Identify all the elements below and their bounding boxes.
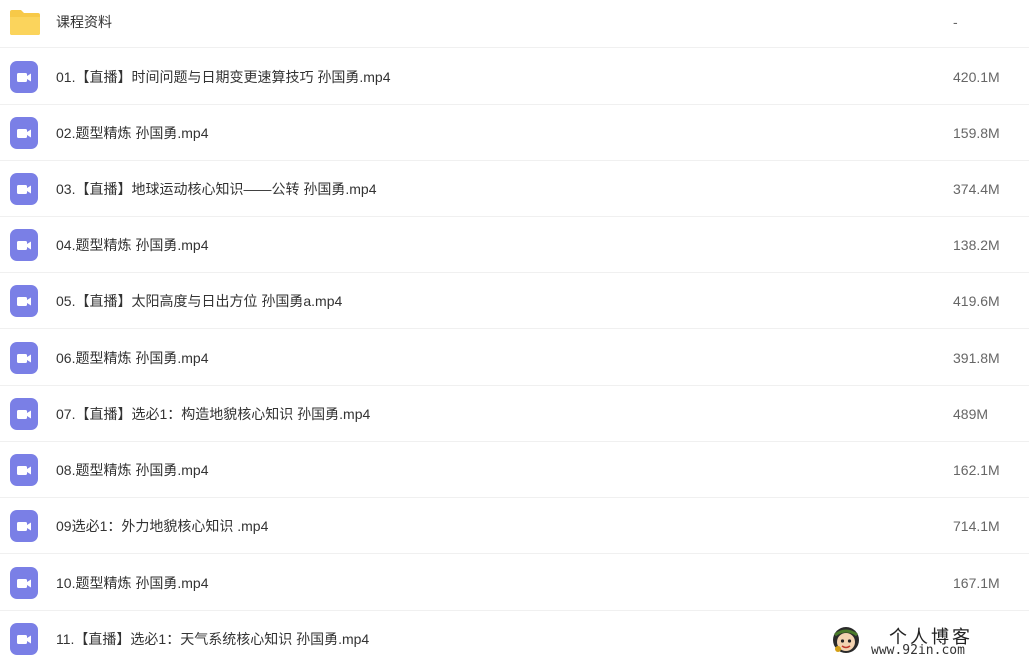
- file-size: 138.2M: [953, 237, 1000, 253]
- mascot-logo: [831, 625, 861, 655]
- list-item-video[interactable]: 06.题型精炼 孙国勇.mp4 391.8M: [0, 330, 1029, 386]
- video-file-icon: [10, 454, 38, 486]
- file-size: 419.6M: [953, 293, 1000, 309]
- file-name: 课程资料: [56, 14, 112, 30]
- file-name: 02.题型精炼 孙国勇.mp4: [56, 125, 209, 141]
- list-item-video[interactable]: 10.题型精炼 孙国勇.mp4 167.1M: [0, 555, 1029, 611]
- file-size: 167.1M: [953, 575, 1000, 591]
- file-size: 714.1M: [953, 518, 1000, 534]
- file-size: 162.1M: [953, 462, 1000, 478]
- file-name: 11.【直播】选必1：天气系统核心知识 孙国勇.mp4: [56, 631, 370, 647]
- file-name: 10.题型精炼 孙国勇.mp4: [56, 575, 209, 591]
- video-file-icon: [10, 567, 38, 599]
- file-name: 03.【直播】地球运动核心知识——公转 孙国勇.mp4: [56, 181, 377, 197]
- file-size: 489M: [953, 406, 989, 422]
- video-file-icon: [10, 342, 38, 374]
- list-item-video[interactable]: 01.【直播】时间问题与日期变更速算技巧 孙国勇.mp4 420.1M: [0, 49, 1029, 105]
- list-item-folder[interactable]: 课程资料 -: [0, 0, 1029, 48]
- video-file-icon: [10, 117, 38, 149]
- file-size: 159.8M: [953, 125, 1000, 141]
- list-item-video[interactable]: 03.【直播】地球运动核心知识——公转 孙国勇.mp4 374.4M: [0, 161, 1029, 217]
- video-file-icon: [10, 398, 38, 430]
- file-list: 课程资料 - 01.【直播】时间问题与日期变更速算技巧 孙国勇.mp4 420.…: [0, 0, 1029, 667]
- folder-icon: [9, 8, 41, 36]
- video-file-icon: [10, 510, 38, 542]
- list-item-video[interactable]: 05.【直播】太阳高度与日出方位 孙国勇a.mp4 419.6M: [0, 273, 1029, 329]
- blog-watermark: 个人博客 www.92in.com: [831, 623, 1011, 661]
- list-item-video[interactable]: 04.题型精炼 孙国勇.mp4 138.2M: [0, 217, 1029, 273]
- file-size: 391.8M: [953, 350, 1000, 366]
- file-name: 04.题型精炼 孙国勇.mp4: [56, 237, 209, 253]
- file-name: 05.【直播】太阳高度与日出方位 孙国勇a.mp4: [56, 293, 343, 309]
- video-file-icon: [10, 285, 38, 317]
- video-file-icon: [10, 623, 38, 655]
- list-item-video[interactable]: 02.题型精炼 孙国勇.mp4 159.8M: [0, 105, 1029, 161]
- file-name: 01.【直播】时间问题与日期变更速算技巧 孙国勇.mp4: [56, 69, 391, 85]
- video-file-icon: [10, 61, 38, 93]
- watermark-url: www.92in.com: [871, 643, 965, 658]
- file-size: -: [953, 14, 958, 30]
- file-name: 08.题型精炼 孙国勇.mp4: [56, 462, 209, 478]
- list-item-video[interactable]: 07.【直播】选必1：构造地貌核心知识 孙国勇.mp4 489M: [0, 386, 1029, 442]
- video-file-icon: [10, 229, 38, 261]
- video-file-icon: [10, 173, 38, 205]
- file-name: 07.【直播】选必1：构造地貌核心知识 孙国勇.mp4: [56, 406, 371, 422]
- file-name: 06.题型精炼 孙国勇.mp4: [56, 350, 209, 366]
- file-name: 09选必1：外力地貌核心知识 .mp4: [56, 518, 269, 534]
- list-item-video[interactable]: 09选必1：外力地貌核心知识 .mp4 714.1M: [0, 498, 1029, 554]
- file-size: 374.4M: [953, 181, 1000, 197]
- list-item-video[interactable]: 08.题型精炼 孙国勇.mp4 162.1M: [0, 442, 1029, 498]
- file-size: 420.1M: [953, 69, 1000, 85]
